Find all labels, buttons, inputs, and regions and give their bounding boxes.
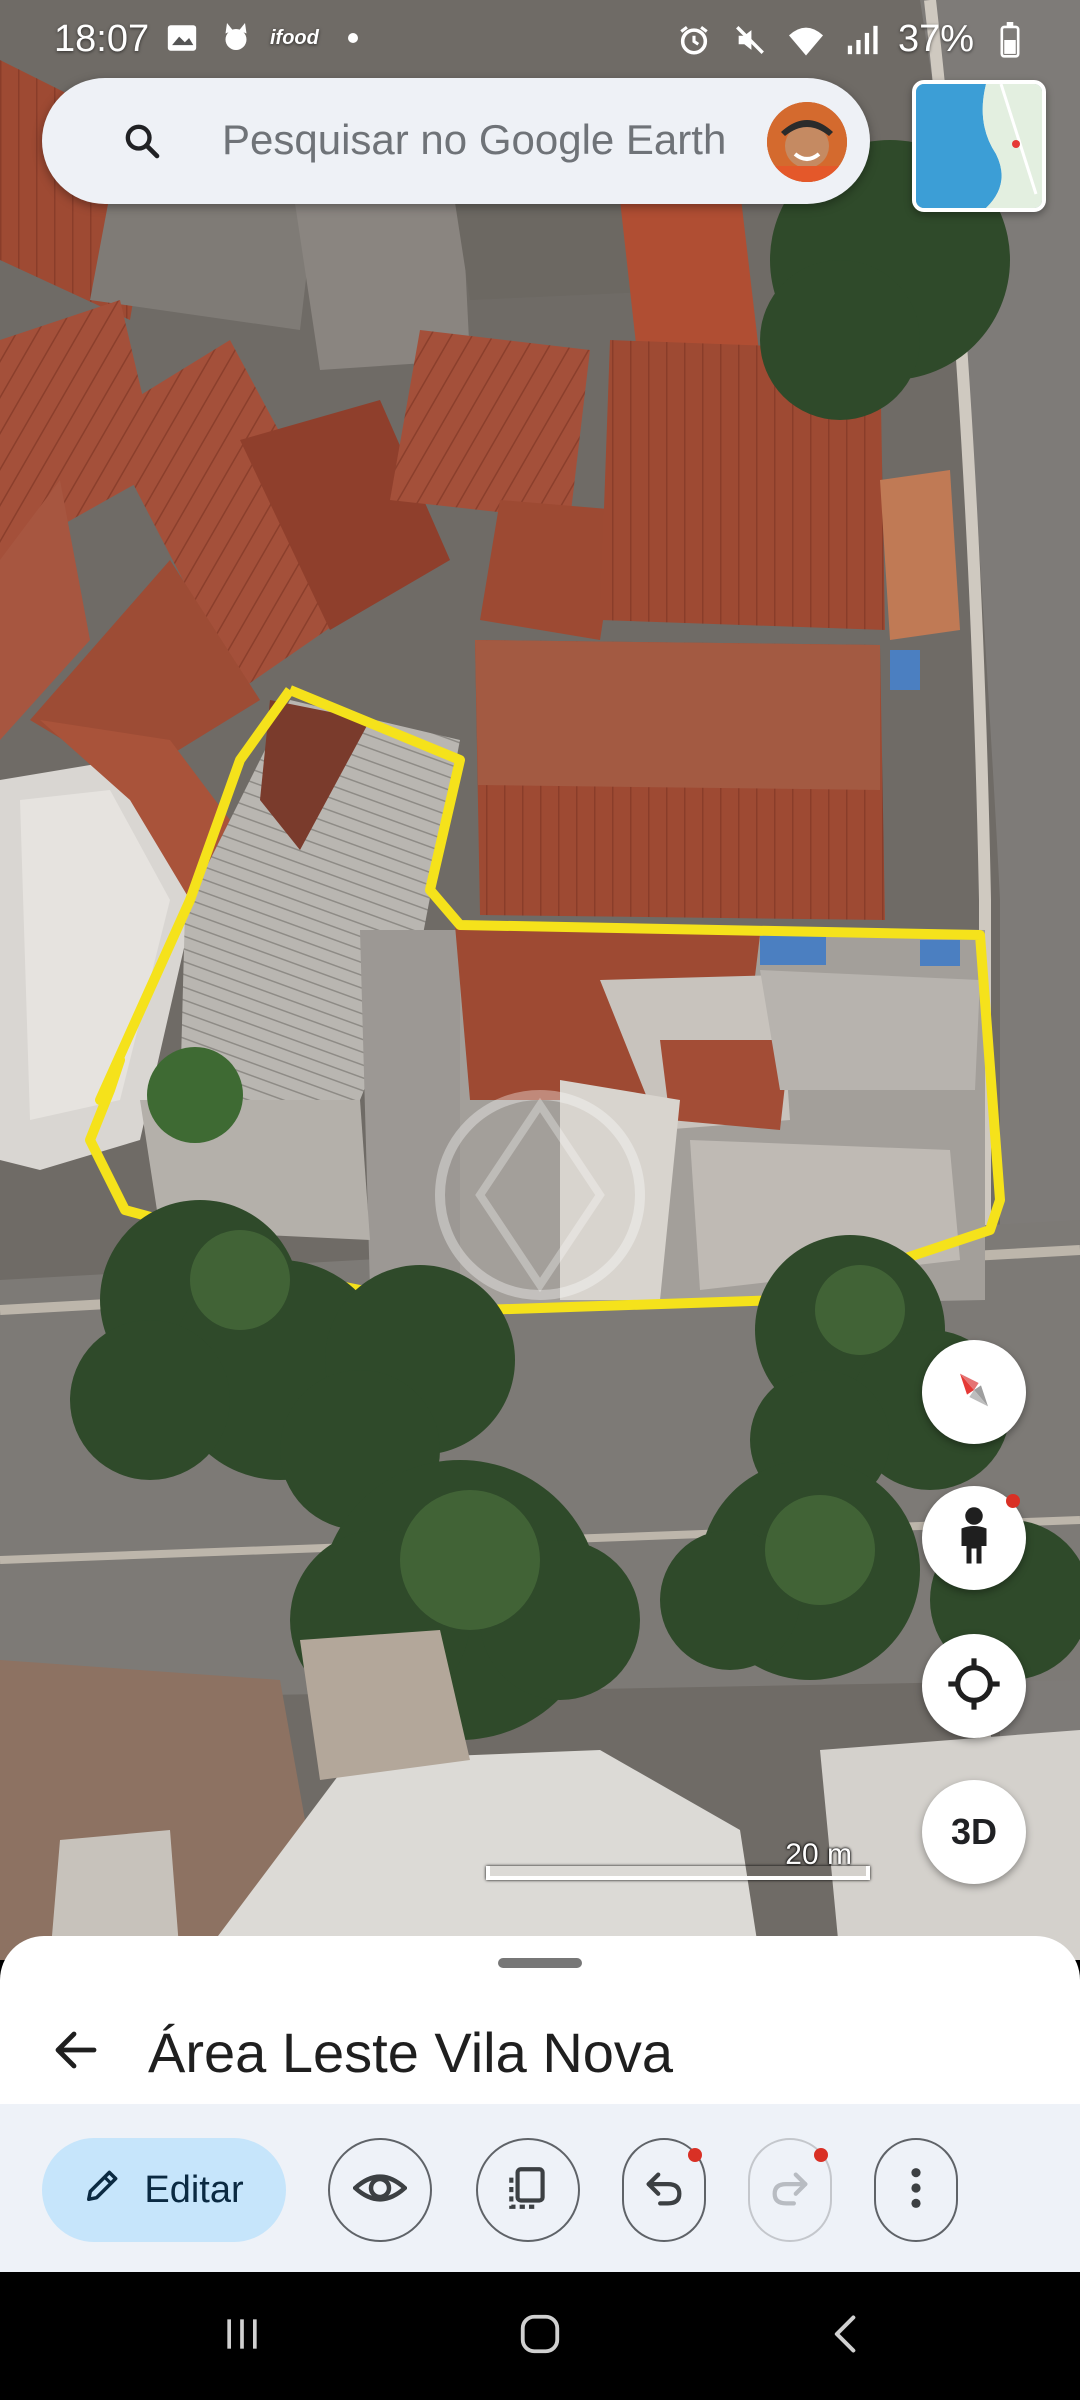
status-bar: 18:07 ifood 37% [0,0,1080,80]
avatar[interactable] [767,102,847,182]
system-nav-bar [0,2272,1080,2400]
notification-dot [688,2148,702,2162]
back-chevron-icon [824,2312,868,2361]
back-arrow-icon [52,2026,100,2079]
copy-icon [503,2163,553,2218]
home-icon [517,2311,563,2362]
back-nav-button[interactable] [816,2306,876,2366]
edit-label: Editar [144,2168,244,2211]
redo-icon [767,2165,813,2216]
my-location-icon [946,1656,1002,1717]
more-icon [910,2165,922,2216]
status-time: 18:07 [54,18,150,60]
battery-percent: 37% [897,18,974,60]
satellite-map[interactable] [0,0,1080,1960]
wifi-icon [786,20,826,60]
recent-apps-button[interactable] [212,2306,272,2366]
bottom-sheet[interactable]: Área Leste Vila Nova Editar [0,1936,1080,2272]
pegman-icon [949,1506,999,1571]
compass-icon [946,1362,1002,1423]
edit-button[interactable]: Editar [42,2138,286,2242]
compass-button[interactable] [922,1340,1026,1444]
notification-dot [1006,1494,1020,1508]
project-title: Área Leste Vila Nova [148,2021,674,2084]
duplicate-button[interactable] [476,2138,580,2242]
cat-icon [216,18,256,58]
pegman-button[interactable] [922,1486,1026,1590]
visibility-button[interactable] [328,2138,432,2242]
eye-icon [351,2161,409,2220]
search-icon[interactable] [122,121,162,166]
search-bar[interactable]: Pesquisar no Google Earth [42,78,870,204]
more-options-button[interactable] [874,2138,958,2242]
ifood-icon: ifood [270,26,319,49]
home-button[interactable] [510,2306,570,2366]
alarm-icon [674,20,714,60]
image-icon [162,18,202,58]
scale-bar: 20 m [486,1838,870,1884]
notification-dot [814,2148,828,2162]
signal-icon [842,20,882,60]
back-button[interactable] [40,2016,112,2088]
undo-button[interactable] [622,2138,706,2242]
scale-line [486,1866,870,1880]
undo-icon [641,2165,687,2216]
my-location-button[interactable] [922,1634,1026,1738]
map-imagery [0,0,1080,1960]
minimap[interactable] [912,80,1046,212]
search-input[interactable]: Pesquisar no Google Earth [222,116,726,164]
recent-apps-icon [220,2312,264,2361]
edit-toolbar: Editar [0,2104,1080,2272]
dot-icon [333,18,373,58]
3d-button[interactable]: 3D [922,1780,1026,1884]
redo-button[interactable] [748,2138,832,2242]
mute-icon [730,20,770,60]
pencil-icon [84,2166,122,2214]
battery-icon [990,20,1030,60]
drag-handle[interactable] [498,1958,582,1968]
